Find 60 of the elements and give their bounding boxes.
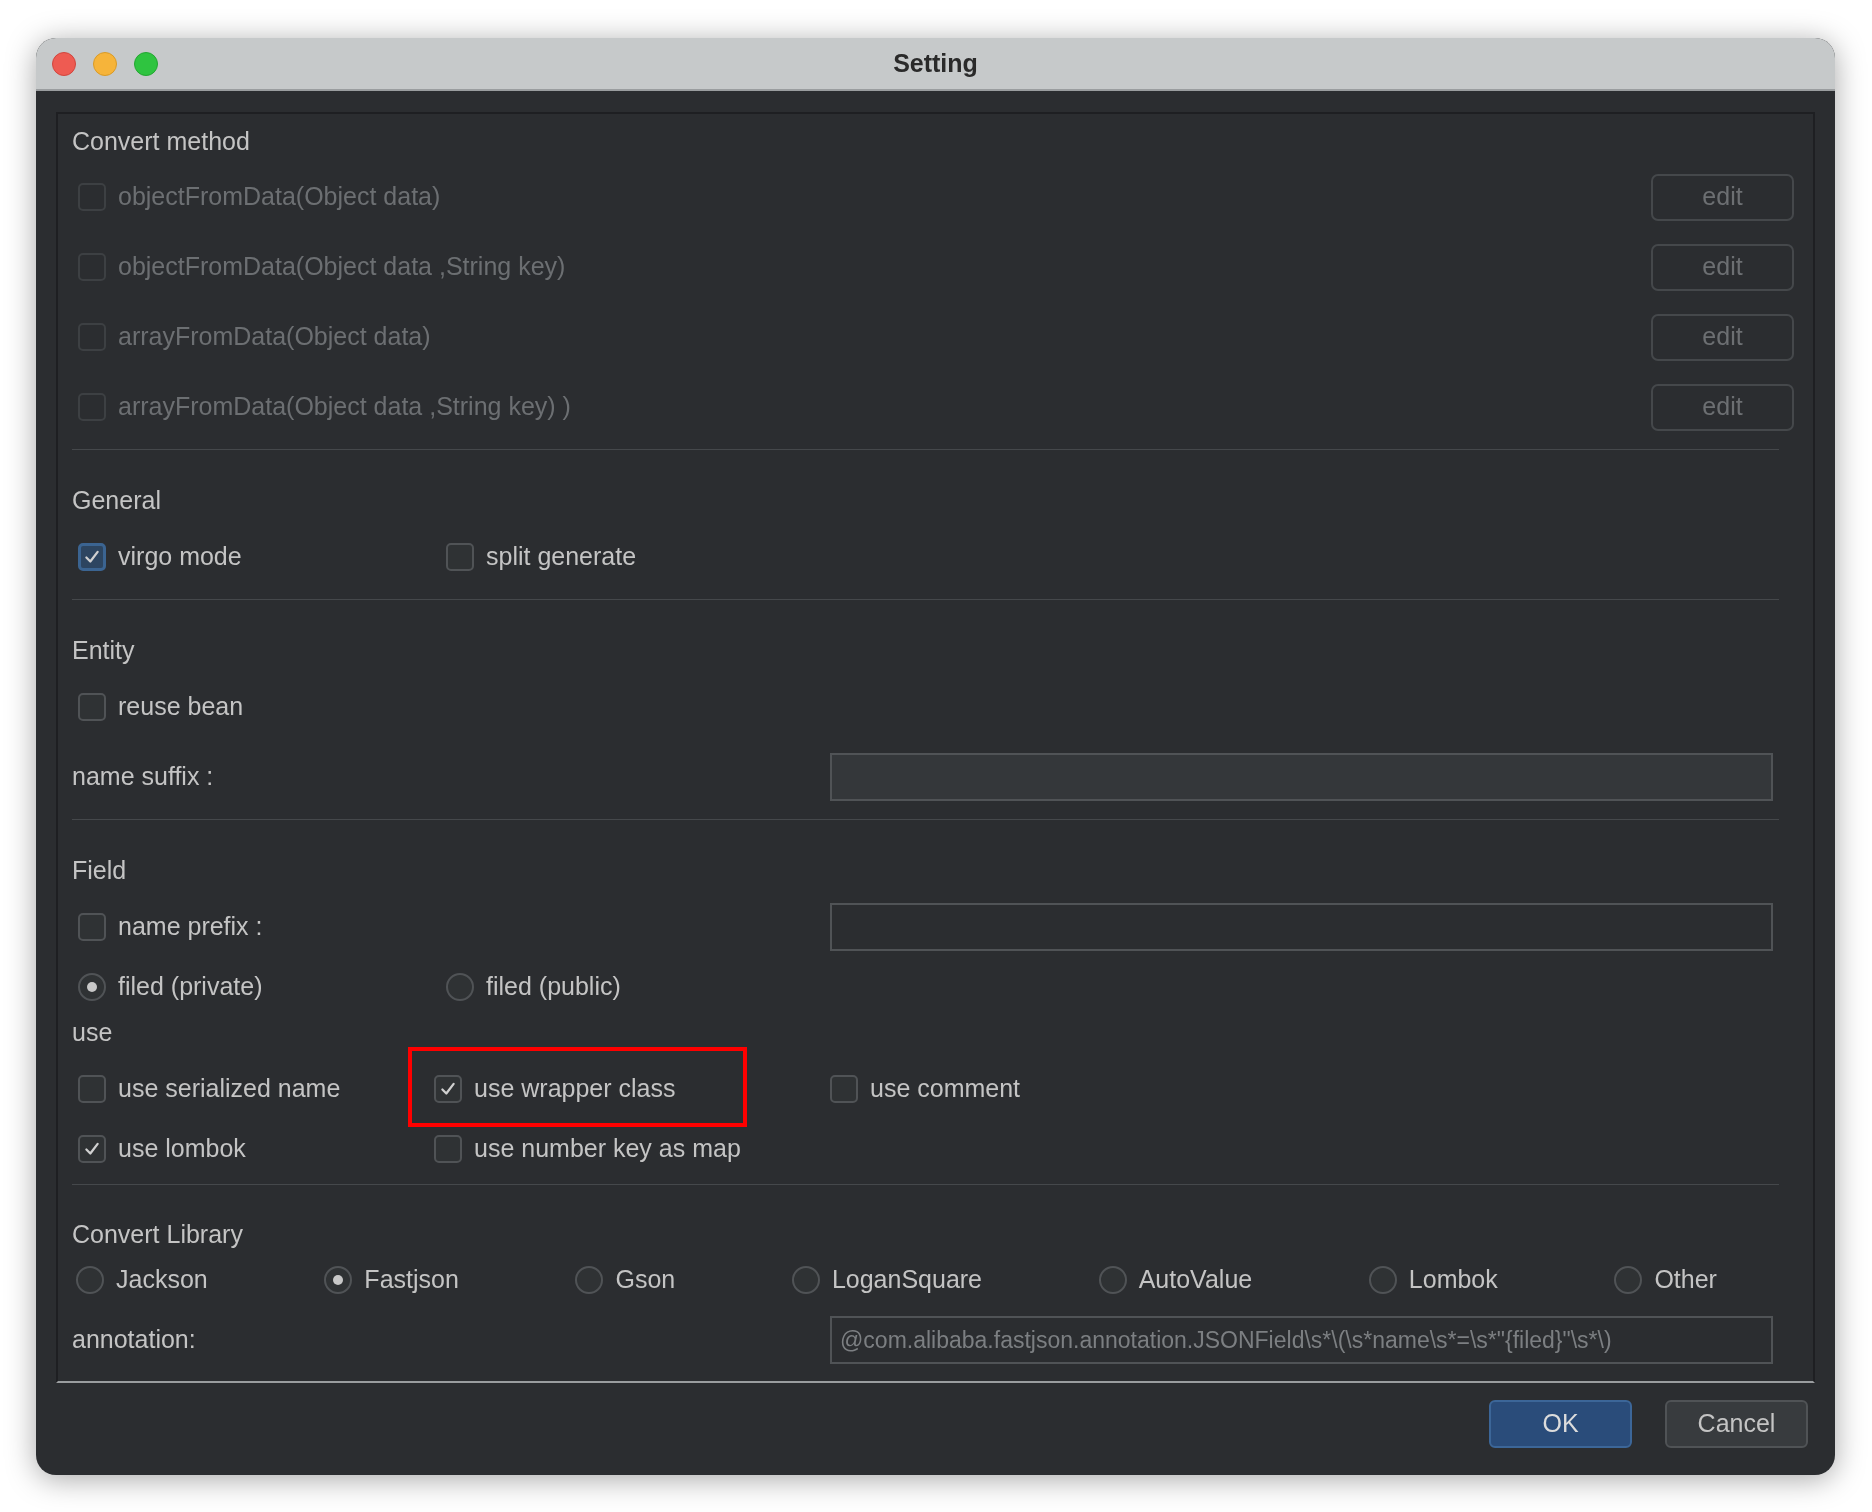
checkbox-label: arrayFromData(Object data)	[118, 321, 431, 353]
radio-label: Jackson	[116, 1264, 208, 1296]
checkbox-label: reuse bean	[118, 691, 244, 723]
checkbox-label: split generate	[486, 541, 637, 573]
ok-button[interactable]: OK	[1489, 1400, 1632, 1448]
radio-label: Lombok	[1408, 1264, 1498, 1296]
section-heading: Convert Library	[72, 1219, 243, 1251]
radio-button[interactable]	[1614, 1266, 1643, 1294]
checkbox[interactable]	[78, 693, 106, 721]
checkbox-label: arrayFromData(Object data ,String key) )	[118, 391, 571, 423]
section-heading: General	[72, 485, 161, 517]
checkbox-label: use comment	[870, 1073, 1021, 1105]
field-label: name suffix :	[72, 761, 215, 793]
checkbox-label: objectFromData(Object data)	[118, 181, 441, 213]
checkbox-label: use wrapper class	[474, 1073, 676, 1105]
radio-label: Fastjson	[364, 1264, 459, 1296]
section-heading: use	[72, 1017, 113, 1049]
close-button[interactable]	[52, 51, 76, 76]
checkbox-label: use lombok	[118, 1133, 246, 1165]
radio-button[interactable]	[1368, 1266, 1397, 1294]
checkbox[interactable]	[446, 543, 474, 571]
check-icon	[83, 1140, 101, 1158]
checkbox-label: objectFromData(Object data ,String key)	[118, 251, 566, 283]
field-label: annotation:	[72, 1324, 197, 1356]
zoom-button[interactable]	[134, 51, 158, 76]
section-heading: Entity	[72, 635, 135, 667]
checkbox[interactable]	[78, 543, 106, 571]
radio-button[interactable]	[1098, 1266, 1127, 1294]
checkbox[interactable]	[434, 1135, 462, 1163]
radio-label: AutoValue	[1138, 1264, 1253, 1296]
radio-label: Gson	[615, 1264, 676, 1296]
radio-label: filed (public)	[486, 971, 621, 1003]
input-field[interactable]	[830, 753, 1773, 801]
radio-button[interactable]	[575, 1266, 604, 1294]
radio-label: filed (private)	[118, 971, 263, 1003]
radio-label: Other	[1654, 1264, 1717, 1296]
radio-button[interactable]	[78, 973, 106, 1001]
checkbox[interactable]	[78, 1135, 106, 1163]
minimize-button[interactable]	[93, 51, 117, 76]
radio-button[interactable]	[324, 1266, 353, 1294]
checkbox[interactable]	[78, 1075, 106, 1103]
cancel-button[interactable]: Cancel	[1665, 1400, 1808, 1448]
radio-button[interactable]	[791, 1266, 820, 1294]
section-heading: Field	[72, 855, 127, 887]
input-field[interactable]: @com.alibaba.fastjson.annotation.JSONField\s*\(\s*name\s*=\s*"{filed}"\s*\)	[830, 1316, 1773, 1364]
check-icon	[439, 1080, 457, 1098]
section-heading: Convert method	[72, 126, 250, 158]
checkbox-label: name prefix :	[118, 911, 263, 943]
radio-button[interactable]	[446, 973, 474, 1001]
radio-button[interactable]	[76, 1266, 104, 1294]
checkbox-label: virgo mode	[118, 541, 242, 573]
checkbox-label: use serialized name	[118, 1073, 341, 1105]
checkbox[interactable]	[830, 1075, 858, 1103]
checkbox[interactable]	[78, 913, 106, 941]
input-field[interactable]	[830, 903, 1773, 951]
check-icon	[83, 548, 101, 566]
checkbox[interactable]	[434, 1075, 462, 1103]
radio-label: LoganSquare	[831, 1264, 983, 1296]
window-title: Setting	[893, 47, 978, 79]
checkbox-label: use number key as map	[474, 1133, 741, 1165]
